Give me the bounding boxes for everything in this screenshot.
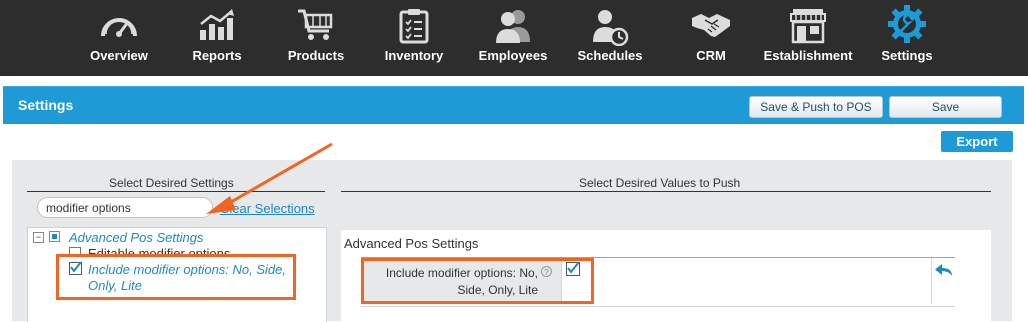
nav-item-inventory[interactable]: Inventory bbox=[385, 0, 443, 76]
nav-item-reports[interactable]: Reports bbox=[192, 0, 242, 76]
nav-label: Employees bbox=[478, 48, 548, 63]
nav-label: Overview bbox=[90, 48, 148, 63]
handshake-icon bbox=[692, 14, 730, 37]
right-panel-title: Select Desired Values to Push bbox=[579, 176, 741, 190]
nav-label: Products bbox=[287, 48, 345, 63]
nav-item-employees[interactable]: Employees bbox=[479, 0, 547, 76]
nav-item-settings[interactable]: Settings bbox=[881, 0, 933, 76]
highlight-box-left bbox=[56, 254, 296, 300]
person-clock-icon bbox=[593, 10, 629, 46]
bar-chart-icon bbox=[200, 9, 234, 40]
undo-icon[interactable] bbox=[934, 262, 954, 278]
nav-label: Reports bbox=[192, 48, 242, 63]
shopping-cart-icon bbox=[298, 9, 333, 40]
tree-group-label[interactable]: Advanced Pos Settings bbox=[69, 230, 203, 245]
nav-label: Inventory bbox=[384, 48, 444, 63]
gear-wrench-icon bbox=[888, 5, 926, 43]
clipboard-icon bbox=[399, 9, 429, 44]
nav-label: CRM bbox=[696, 48, 726, 63]
gauge-icon bbox=[101, 18, 137, 37]
nav-item-crm[interactable]: CRM bbox=[691, 0, 731, 76]
nav-label: Establishment bbox=[763, 48, 853, 63]
nav-label: Settings bbox=[881, 48, 933, 63]
settings-search-input[interactable] bbox=[37, 197, 213, 218]
highlight-box-right bbox=[361, 258, 594, 304]
storefront-icon bbox=[790, 9, 826, 44]
right-panel-rule bbox=[341, 191, 991, 192]
save-and-push-button[interactable]: Save & Push to POS bbox=[749, 96, 883, 118]
save-button[interactable]: Save bbox=[889, 96, 1002, 118]
nav-item-establishment[interactable]: Establishment bbox=[764, 0, 852, 76]
row-divider bbox=[931, 258, 932, 304]
people-icon bbox=[496, 10, 530, 43]
tree-group-checkbox[interactable] bbox=[49, 231, 60, 242]
nav-item-overview[interactable]: Overview bbox=[90, 0, 148, 76]
arrow-annotation-icon bbox=[206, 142, 333, 214]
nav-item-products[interactable]: Products bbox=[288, 0, 344, 76]
nav-item-schedules[interactable]: Schedules bbox=[577, 0, 643, 76]
page-title: Settings bbox=[18, 97, 74, 113]
nav-label: Schedules bbox=[577, 48, 643, 63]
top-navigation: Overview Reports Products Inventory Empl… bbox=[0, 0, 1028, 76]
export-button[interactable]: Export bbox=[941, 131, 1013, 152]
tree-collapse-toggle[interactable]: − bbox=[33, 232, 44, 243]
values-section-label: Advanced Pos Settings bbox=[344, 236, 479, 251]
